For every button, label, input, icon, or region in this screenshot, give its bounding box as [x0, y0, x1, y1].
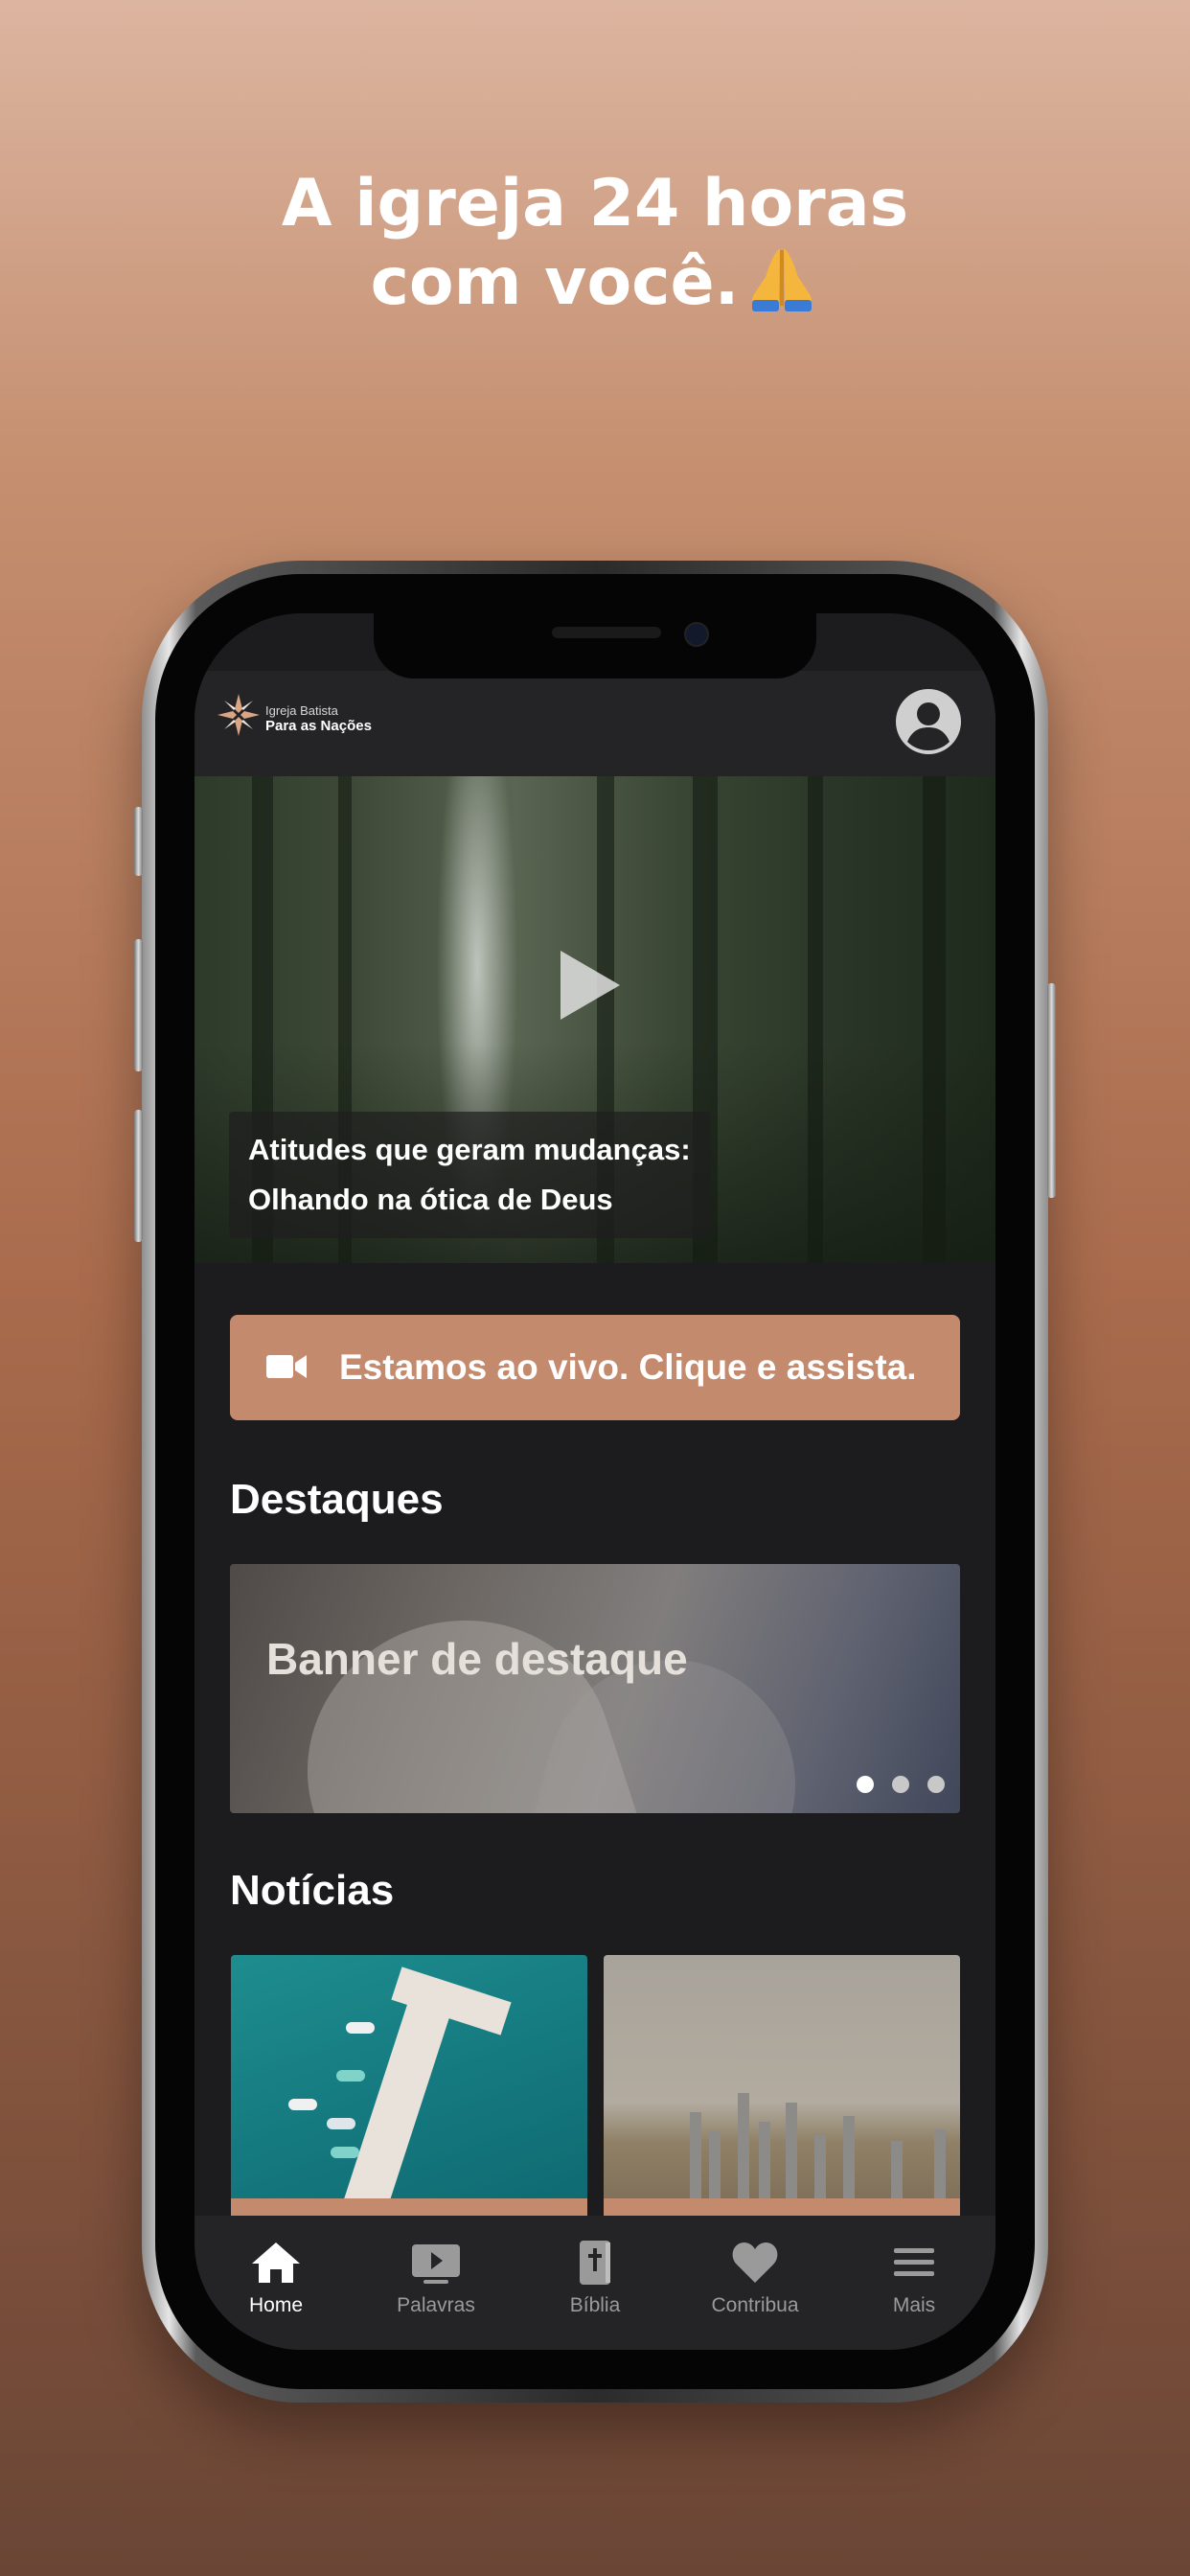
front-camera — [684, 622, 709, 647]
highlight-banner[interactable]: Banner de destaque — [230, 1564, 960, 1813]
video-camera-icon — [266, 1355, 307, 1378]
featured-video[interactable]: Atitudes que geram mudanças: Olhando na … — [195, 776, 995, 1263]
news-image-boat — [336, 2070, 365, 2082]
banner-label: Banner de destaque — [266, 1634, 688, 1684]
tab-home[interactable]: Home — [209, 2239, 343, 2317]
tab-palavras-label: Palavras — [397, 2294, 475, 2316]
news-image-boat — [331, 2147, 359, 2158]
news-image-building — [709, 2131, 721, 2198]
app-screen: Igreja Batista Para as Nações Atitudes q… — [195, 613, 995, 2350]
banner-pagination — [838, 1776, 945, 1798]
news-image-building — [690, 2112, 701, 2198]
phone-volume-down — [134, 1110, 143, 1242]
banner-page-dot-3[interactable] — [927, 1776, 945, 1793]
tab-contribua[interactable]: Contribua — [688, 2239, 822, 2317]
heart-icon — [732, 2242, 778, 2283]
bible-icon — [580, 2241, 610, 2285]
church-logo-icon — [217, 694, 260, 736]
news-image-building — [843, 2116, 855, 2198]
video-caption: Atitudes que geram mudanças: Olhando na … — [229, 1112, 710, 1238]
headline-line-2-text: com você. — [370, 244, 740, 320]
news-image-building — [814, 2135, 826, 2198]
video-caption-line-2: Olhando na ótica de Deus — [248, 1183, 613, 1216]
news-card[interactable] — [604, 1955, 960, 2223]
news-image-boat — [327, 2118, 355, 2129]
tab-mais-label: Mais — [892, 2294, 936, 2316]
headline-line-1: A igreja 24 horas — [281, 166, 909, 242]
tab-mais[interactable]: Mais — [847, 2239, 981, 2317]
video-player-icon — [412, 2244, 460, 2284]
news-title: Notícias — [230, 1867, 395, 1914]
news-image-boat — [346, 2022, 375, 2034]
news-image-building — [891, 2141, 903, 2198]
praying-hands-icon — [752, 248, 812, 311]
highlights-title: Destaques — [230, 1476, 444, 1523]
live-stream-label: Estamos ao vivo. Clique e assista. — [339, 1347, 917, 1387]
news-image-building — [934, 2129, 946, 2198]
news-image-building — [738, 2093, 749, 2198]
phone-mute-switch — [134, 807, 143, 876]
user-circle-icon[interactable] — [895, 688, 962, 755]
banner-page-dot-1[interactable] — [857, 1776, 874, 1793]
news-image-boat — [288, 2099, 317, 2110]
menu-icon — [894, 2248, 934, 2276]
play-icon[interactable] — [555, 947, 624, 1024]
phone-notch — [374, 613, 816, 678]
church-name-line-1: Igreja Batista — [265, 703, 338, 718]
news-card[interactable] — [231, 1955, 587, 2223]
news-image-building — [759, 2122, 770, 2198]
tab-home-label: Home — [248, 2294, 304, 2316]
church-name: Igreja Batista Para as Nações — [265, 703, 372, 734]
news-image-building — [786, 2103, 797, 2198]
headline-line-2: com você. — [0, 243, 1190, 322]
phone-power-button — [1047, 983, 1056, 1198]
promo-headline: A igreja 24 horas com você. — [0, 165, 1190, 322]
tab-bar: Home Palavras Bíblia Contribua Mais — [195, 2216, 995, 2350]
banner-page-dot-2[interactable] — [892, 1776, 909, 1793]
home-icon — [252, 2242, 300, 2283]
tab-palavras[interactable]: Palavras — [369, 2239, 503, 2317]
live-stream-button[interactable]: Estamos ao vivo. Clique e assista. — [230, 1315, 960, 1420]
tab-contribua-label: Contribua — [711, 2294, 799, 2316]
tab-biblia-label: Bíblia — [569, 2294, 621, 2316]
video-caption-line-1: Atitudes que geram mudanças: — [248, 1133, 691, 1166]
church-name-line-2: Para as Nações — [265, 718, 372, 734]
tab-biblia[interactable]: Bíblia — [528, 2239, 662, 2317]
phone-speaker — [552, 627, 661, 638]
phone-volume-up — [134, 939, 143, 1071]
